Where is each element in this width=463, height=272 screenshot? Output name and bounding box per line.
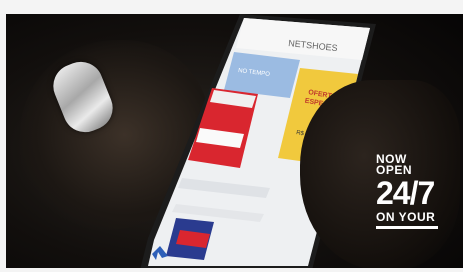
frame-top: [0, 0, 463, 14]
promo-hours: 24/7: [376, 175, 435, 211]
promo-underline: [376, 226, 438, 229]
frame-bottom: [0, 268, 463, 272]
promo-line-3: ON YOUR: [376, 210, 436, 224]
frame-left: [0, 0, 6, 272]
promo-overlay: NOW OPEN 24/7 ON YOUR: [376, 153, 456, 229]
video-frame: NETSHOES NO TEMPO OFERTA ESPECIAL R$ 29,…: [0, 0, 463, 272]
